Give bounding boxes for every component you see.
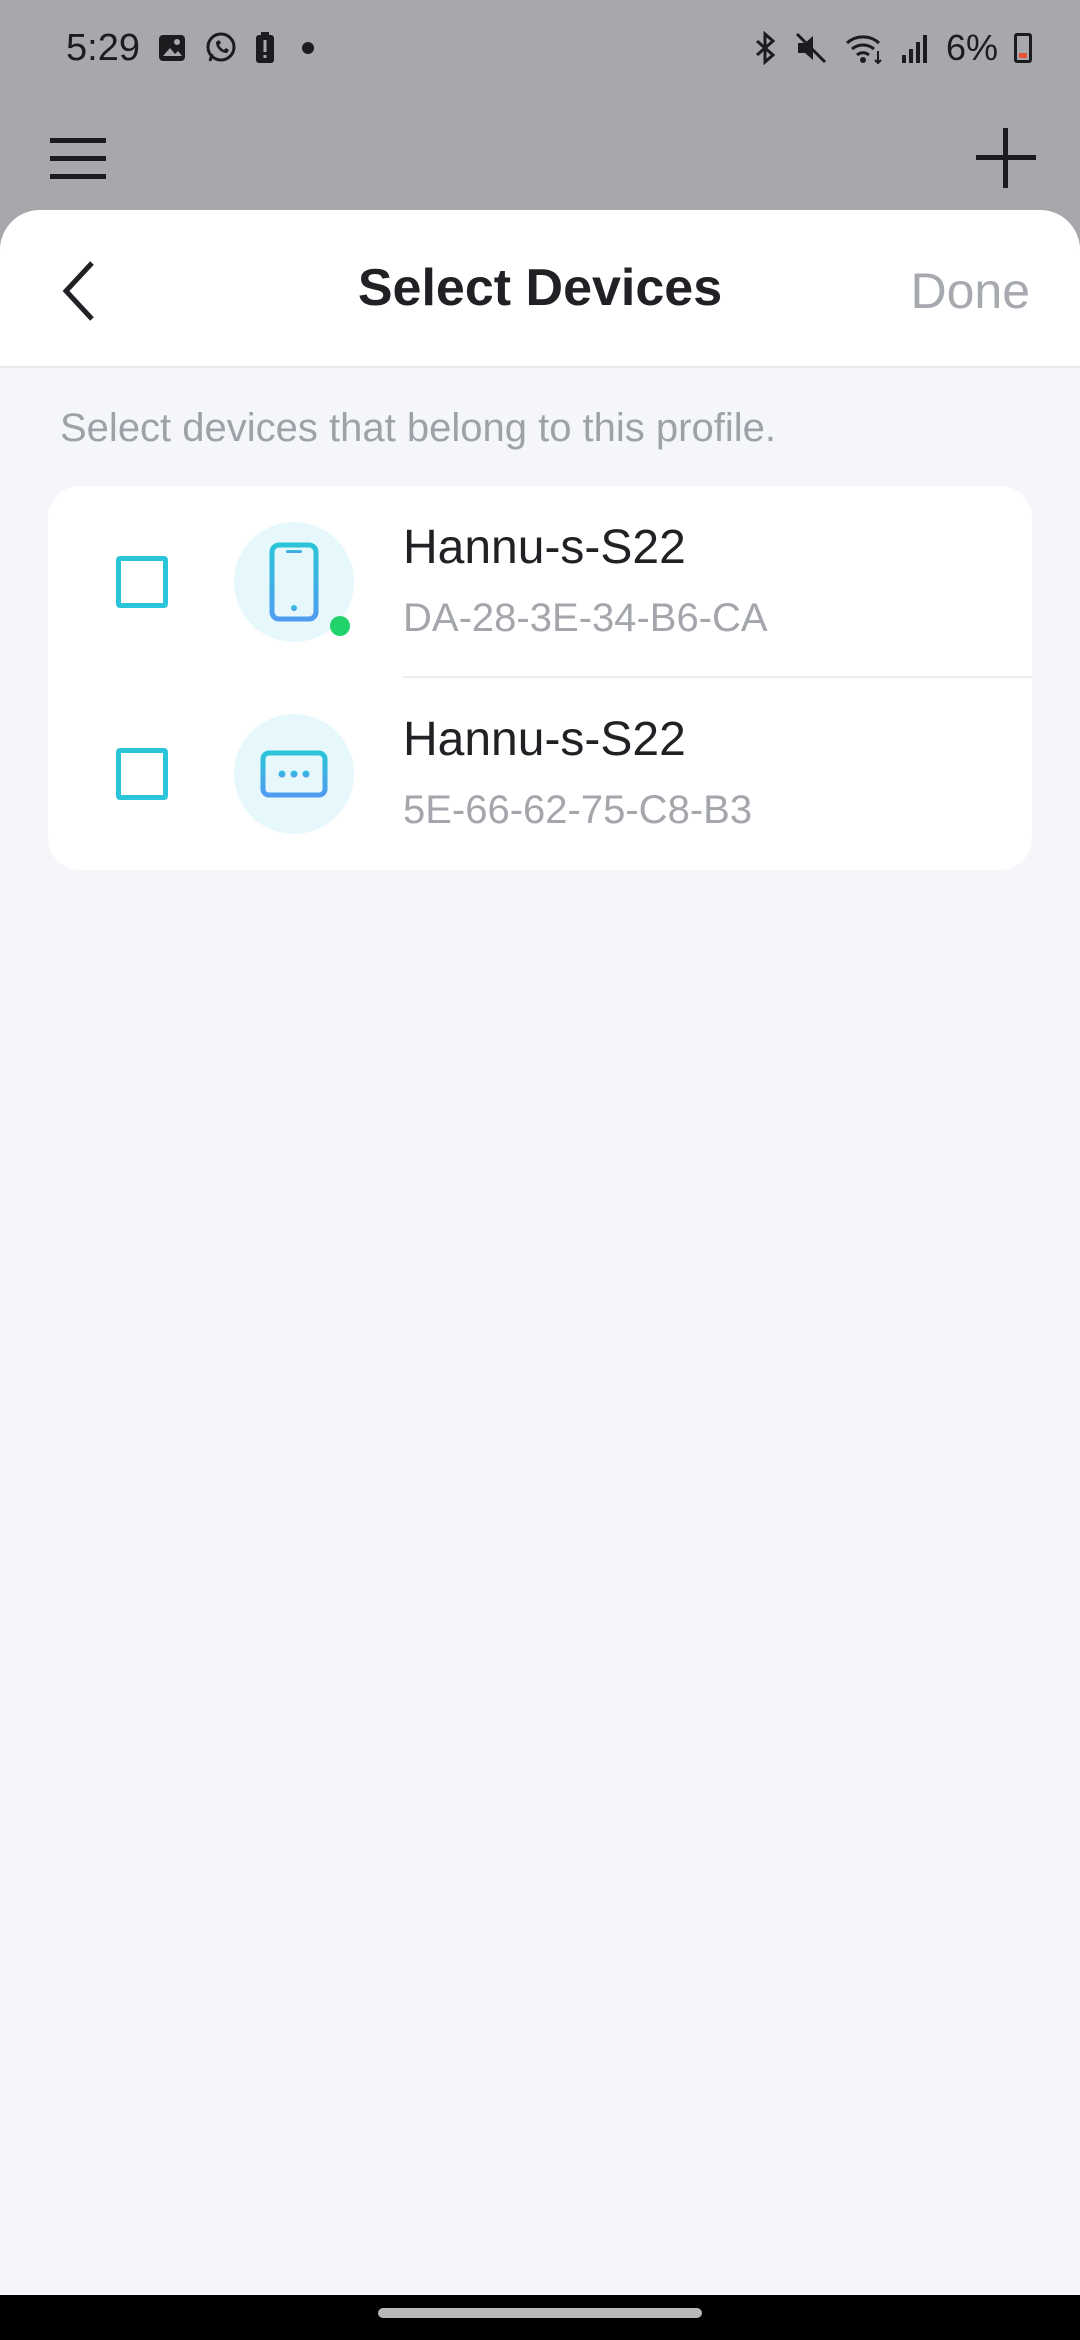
navigation-bar — [0, 2295, 1080, 2340]
mute-icon — [794, 31, 828, 65]
device-avatar — [234, 714, 354, 834]
device-checkbox[interactable] — [116, 748, 168, 800]
instruction-text: Select devices that belong to this profi… — [60, 406, 776, 450]
done-button[interactable]: Done — [910, 262, 1030, 320]
device-checkbox[interactable] — [116, 556, 168, 608]
app-toolbar — [0, 110, 1080, 210]
signal-icon — [900, 31, 930, 65]
device-list: Hannu-s-S22 DA-28-3E-34-B6-CA Hannu-s-S2… — [48, 486, 1032, 870]
plus-icon[interactable] — [972, 124, 1040, 192]
menu-icon[interactable] — [48, 130, 108, 186]
wifi-icon — [844, 31, 884, 65]
status-time: 5:29 — [66, 26, 140, 69]
home-gesture-handle[interactable] — [378, 2308, 702, 2318]
device-mac: DA-28-3E-34-B6-CA — [403, 596, 768, 640]
bluetooth-icon — [752, 31, 778, 65]
image-icon — [156, 32, 188, 64]
device-name: Hannu-s-S22 — [403, 521, 686, 574]
sheet-header: Select Devices Done — [0, 210, 1080, 368]
status-right: 6% — [752, 27, 1032, 69]
battery-alert-icon — [254, 31, 276, 65]
battery-percent: 6% — [945, 27, 998, 68]
whatsapp-icon — [204, 31, 238, 65]
device-row[interactable]: Hannu-s-S22 DA-28-3E-34-B6-CA — [48, 486, 1032, 678]
notification-dot-icon — [301, 42, 314, 54]
select-devices-sheet: Select Devices Done Select devices that … — [0, 210, 1080, 2295]
generic-device-icon — [260, 750, 328, 798]
device-name: Hannu-s-S22 — [403, 713, 686, 766]
status-bar: 5:29 6% — [0, 0, 1080, 96]
device-mac: 5E-66-62-75-C8-B3 — [403, 788, 753, 832]
battery-icon — [1014, 33, 1032, 63]
status-left: 5:29 — [66, 27, 314, 70]
phone-icon — [269, 542, 319, 622]
device-row[interactable]: Hannu-s-S22 5E-66-62-75-C8-B3 — [48, 678, 1032, 870]
online-status-dot — [330, 616, 350, 636]
